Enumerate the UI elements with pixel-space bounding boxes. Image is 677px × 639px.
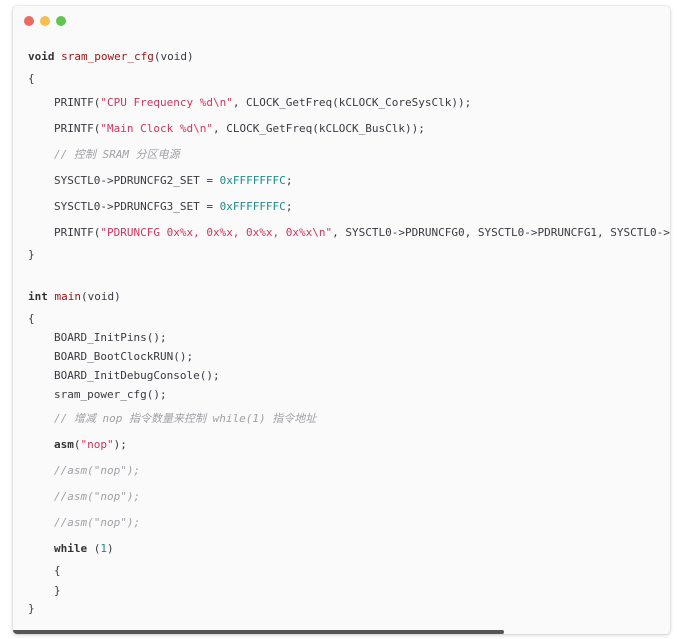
code-line: void sram_power_cfg(void) — [28, 50, 194, 64]
call-rest: , CLOCK_GetFreq(kCLOCK_BusClk)); — [212, 122, 425, 135]
keyword: asm — [54, 438, 74, 451]
function-name: main — [54, 290, 82, 303]
code-line: SYSCTL0->PDRUNCFG2_SET = 0xFFFFFFFC; — [54, 174, 293, 187]
string-literal: "CPU Frequency %d\n" — [100, 96, 233, 109]
code-window: void sram_power_cfg(void) { PRINTF("CPU … — [13, 6, 670, 634]
horizontal-scrollbar[interactable] — [13, 630, 504, 634]
number-literal: 0xFFFFFFFC — [219, 174, 286, 187]
code-line: BOARD_InitDebugConsole(); — [54, 369, 220, 382]
number-literal: 0xFFFFFFFC — [219, 200, 286, 213]
params: (void) — [81, 290, 121, 303]
call: PRINTF( — [54, 96, 101, 109]
code-comment: // 控制 SRAM 分区电源 — [54, 148, 180, 161]
function-name: sram_power_cfg — [61, 50, 154, 63]
code-line: asm("nop"); — [54, 438, 127, 451]
code-line: PRINTF("Main Clock %d\n", CLOCK_GetFreq(… — [54, 122, 425, 136]
string-literal: "nop" — [80, 438, 114, 451]
call-rest: , CLOCK_GetFreq(kCLOCK_CoreSysClk)); — [232, 96, 472, 109]
code-line: BOARD_BootClockRUN(); — [54, 350, 194, 363]
code-comment: //asm("nop"); — [54, 516, 141, 529]
code-line: PRINTF("PDRUNCFG 0x%x, 0x%x, 0x%x, 0x%x\… — [54, 226, 670, 240]
string-literal: "Main Clock %d\n" — [100, 122, 213, 135]
keyword: void — [28, 50, 55, 63]
keyword: while — [54, 542, 88, 555]
code-comment: // 增减 nop 指令数量来控制 while(1) 指令地址 — [54, 412, 317, 425]
call-rest: , SYSCTL0->PDRUNCFG0, SYSCTL0->PDRUNCFG1… — [332, 226, 670, 239]
code-line: } — [28, 248, 35, 261]
code-line: { — [54, 564, 61, 577]
code-comment: //asm("nop"); — [54, 464, 141, 477]
call: PRINTF( — [54, 122, 101, 135]
code-line: } — [28, 602, 35, 615]
code-line: PRINTF("CPU Frequency %d\n", CLOCK_GetFr… — [54, 96, 471, 110]
number-literal: 1 — [100, 542, 107, 555]
code-line: { — [28, 72, 35, 85]
code-line: int main(void) — [28, 290, 121, 304]
code-comment: //asm("nop"); — [54, 490, 141, 503]
call: PRINTF( — [54, 226, 101, 239]
assignment: SYSCTL0->PDRUNCFG2_SET = — [54, 174, 220, 187]
code-line: BOARD_InitPins(); — [54, 331, 167, 344]
code-block: void sram_power_cfg(void) { PRINTF("CPU … — [28, 6, 670, 634]
assignment: SYSCTL0->PDRUNCFG3_SET = — [54, 200, 220, 213]
keyword: int — [28, 290, 48, 303]
code-line: } — [54, 584, 61, 597]
code-line: SYSCTL0->PDRUNCFG3_SET = 0xFFFFFFFC; — [54, 200, 293, 213]
string-literal: "PDRUNCFG 0x%x, 0x%x, 0x%x, 0x%x\n" — [100, 226, 333, 239]
params: (void) — [153, 50, 194, 63]
code-line: while (1) — [54, 542, 114, 555]
code-line: sram_power_cfg(); — [54, 388, 167, 401]
code-line: { — [28, 312, 35, 325]
